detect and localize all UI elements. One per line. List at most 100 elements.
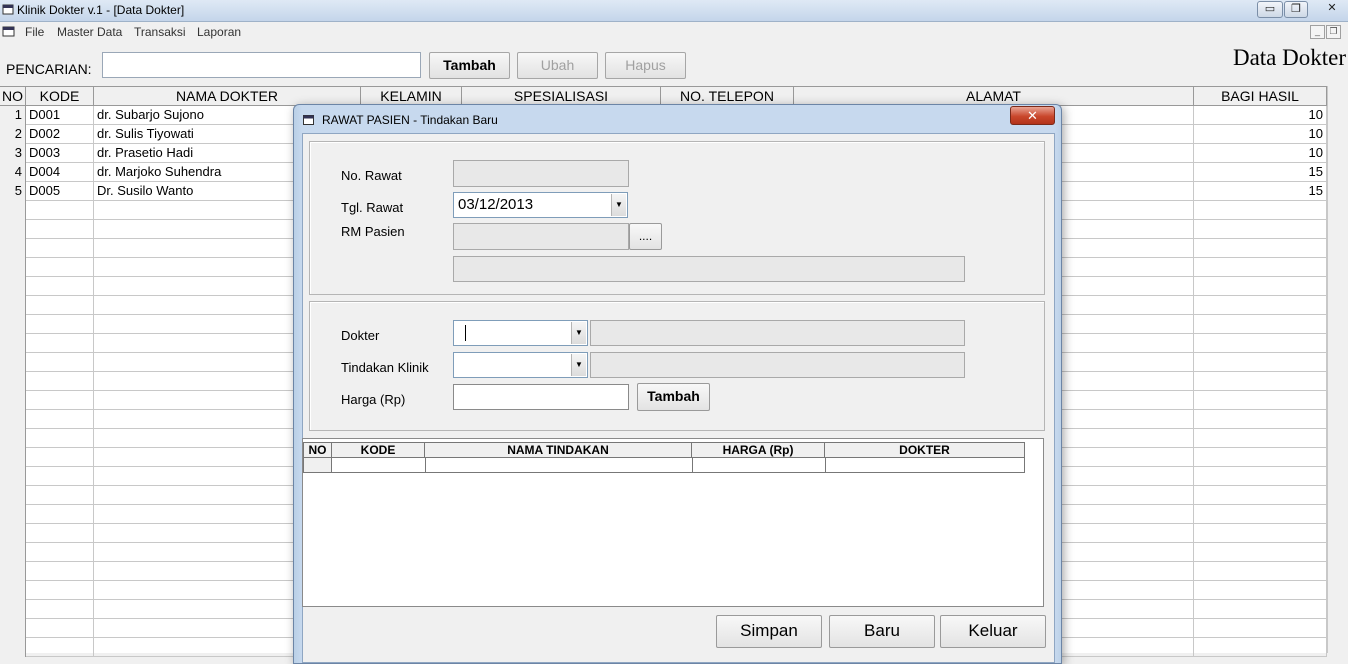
grid-cell-bagi[interactable] — [1194, 353, 1327, 372]
grid-cell-bagi[interactable] — [1194, 448, 1327, 467]
grid-cell-bagi[interactable] — [1194, 296, 1327, 315]
grid-cell-no[interactable] — [0, 581, 26, 600]
add-button[interactable]: Tambah — [429, 52, 510, 79]
grid-cell-kode[interactable] — [26, 201, 94, 220]
tgl-rawat-datepicker[interactable]: 03/12/2013 ▼ — [453, 192, 628, 218]
grid-cell-bagi[interactable] — [1194, 467, 1327, 486]
chevron-down-icon[interactable]: ▼ — [571, 354, 586, 376]
col-bagi-hasil[interactable]: BAGI HASIL — [1194, 87, 1327, 106]
menu-transaksi[interactable]: Transaksi — [134, 25, 186, 39]
restore-button[interactable]: ❐ — [1284, 1, 1308, 18]
grid-cell-kode[interactable] — [26, 239, 94, 258]
grid-cell-kode[interactable] — [26, 258, 94, 277]
grid-cell-bagi[interactable] — [1194, 619, 1327, 638]
grid-cell-no[interactable] — [0, 296, 26, 315]
grid-cell-kode[interactable] — [26, 410, 94, 429]
tindakan-combo[interactable]: ▼ — [453, 352, 588, 378]
tcol-kode[interactable]: KODE — [332, 442, 425, 458]
grid-cell-bagi[interactable] — [1194, 334, 1327, 353]
grid-cell-bagi[interactable] — [1194, 391, 1327, 410]
grid-cell-kode[interactable] — [26, 486, 94, 505]
grid-cell-no[interactable]: 4 — [0, 163, 26, 182]
grid-cell-kode[interactable] — [26, 524, 94, 543]
new-button[interactable]: Baru — [829, 615, 935, 648]
grid-cell-kode[interactable] — [26, 448, 94, 467]
grid-cell-bagi[interactable]: 10 — [1194, 144, 1327, 163]
menu-laporan[interactable]: Laporan — [197, 25, 241, 39]
table-row[interactable] — [303, 458, 1025, 473]
dialog-close-button[interactable]: ✕ — [1010, 106, 1055, 125]
minimize-button[interactable]: ▭ — [1257, 1, 1283, 18]
grid-cell-no[interactable] — [0, 600, 26, 619]
grid-cell-no[interactable]: 3 — [0, 144, 26, 163]
grid-cell-bagi[interactable] — [1194, 581, 1327, 600]
grid-cell-no[interactable] — [0, 277, 26, 296]
grid-cell-bagi[interactable]: 10 — [1194, 125, 1327, 144]
grid-cell-bagi[interactable] — [1194, 429, 1327, 448]
grid-cell-kode[interactable] — [26, 334, 94, 353]
chevron-down-icon[interactable]: ▼ — [571, 322, 586, 344]
exit-button[interactable]: Keluar — [940, 615, 1046, 648]
dokter-combo[interactable]: ▼ — [453, 320, 588, 346]
tcol-harga[interactable]: HARGA (Rp) — [692, 442, 825, 458]
delete-button[interactable]: Hapus — [605, 52, 686, 79]
grid-cell-no[interactable] — [0, 258, 26, 277]
grid-cell-kode[interactable] — [26, 619, 94, 638]
tcol-no[interactable]: NO — [303, 442, 332, 458]
menu-file[interactable]: File — [25, 25, 44, 39]
grid-cell-kode[interactable]: D001 — [26, 106, 94, 125]
edit-button[interactable]: Ubah — [517, 52, 598, 79]
rm-browse-button[interactable]: .... — [629, 223, 662, 250]
mdi-window-icon[interactable] — [2, 26, 16, 38]
col-no[interactable]: NO — [0, 87, 26, 106]
grid-cell-no[interactable] — [0, 486, 26, 505]
grid-cell-kode[interactable] — [26, 562, 94, 581]
grid-cell-kode[interactable] — [26, 600, 94, 619]
grid-cell-bagi[interactable] — [1194, 562, 1327, 581]
grid-cell-bagi[interactable] — [1194, 315, 1327, 334]
grid-cell-kode[interactable]: D004 — [26, 163, 94, 182]
grid-cell-kode[interactable] — [26, 353, 94, 372]
rm-pasien-field[interactable] — [453, 223, 629, 250]
harga-input[interactable] — [453, 384, 629, 410]
grid-cell-bagi[interactable] — [1194, 372, 1327, 391]
grid-cell-no[interactable] — [0, 543, 26, 562]
close-button[interactable]: ✕ — [1318, 1, 1346, 18]
tcol-nama-tindakan[interactable]: NAMA TINDAKAN — [425, 442, 692, 458]
grid-cell-kode[interactable] — [26, 581, 94, 600]
grid-cell-bagi[interactable]: 15 — [1194, 182, 1327, 201]
mdi-minimize-button[interactable]: _ — [1310, 25, 1325, 39]
grid-cell-no[interactable] — [0, 505, 26, 524]
grid-cell-no[interactable] — [0, 372, 26, 391]
grid-cell-kode[interactable] — [26, 638, 94, 657]
grid-cell-kode[interactable] — [26, 277, 94, 296]
grid-cell-bagi[interactable] — [1194, 201, 1327, 220]
grid-cell-kode[interactable] — [26, 391, 94, 410]
grid-cell-bagi[interactable]: 10 — [1194, 106, 1327, 125]
tindakan-table[interactable]: NO KODE NAMA TINDAKAN HARGA (Rp) DOKTER — [302, 438, 1044, 607]
grid-cell-bagi[interactable] — [1194, 543, 1327, 562]
grid-cell-bagi[interactable] — [1194, 486, 1327, 505]
grid-cell-bagi[interactable] — [1194, 220, 1327, 239]
grid-cell-kode[interactable] — [26, 467, 94, 486]
grid-cell-kode[interactable]: D005 — [26, 182, 94, 201]
tambah-tindakan-button[interactable]: Tambah — [637, 383, 710, 411]
grid-cell-bagi[interactable] — [1194, 638, 1327, 657]
grid-cell-no[interactable] — [0, 201, 26, 220]
grid-cell-bagi[interactable] — [1194, 410, 1327, 429]
grid-scrollbar[interactable] — [1327, 86, 1348, 653]
grid-cell-bagi[interactable] — [1194, 277, 1327, 296]
grid-cell-kode[interactable]: D003 — [26, 144, 94, 163]
grid-cell-no[interactable] — [0, 239, 26, 258]
patient-name-field[interactable] — [453, 256, 965, 282]
grid-cell-kode[interactable] — [26, 505, 94, 524]
grid-cell-kode[interactable] — [26, 296, 94, 315]
dokter-name-field[interactable] — [590, 320, 965, 346]
grid-cell-no[interactable] — [0, 334, 26, 353]
grid-cell-bagi[interactable] — [1194, 600, 1327, 619]
grid-cell-no[interactable] — [0, 353, 26, 372]
grid-cell-no[interactable] — [0, 315, 26, 334]
grid-cell-bagi[interactable]: 15 — [1194, 163, 1327, 182]
search-input[interactable] — [102, 52, 421, 78]
grid-cell-kode[interactable] — [26, 315, 94, 334]
